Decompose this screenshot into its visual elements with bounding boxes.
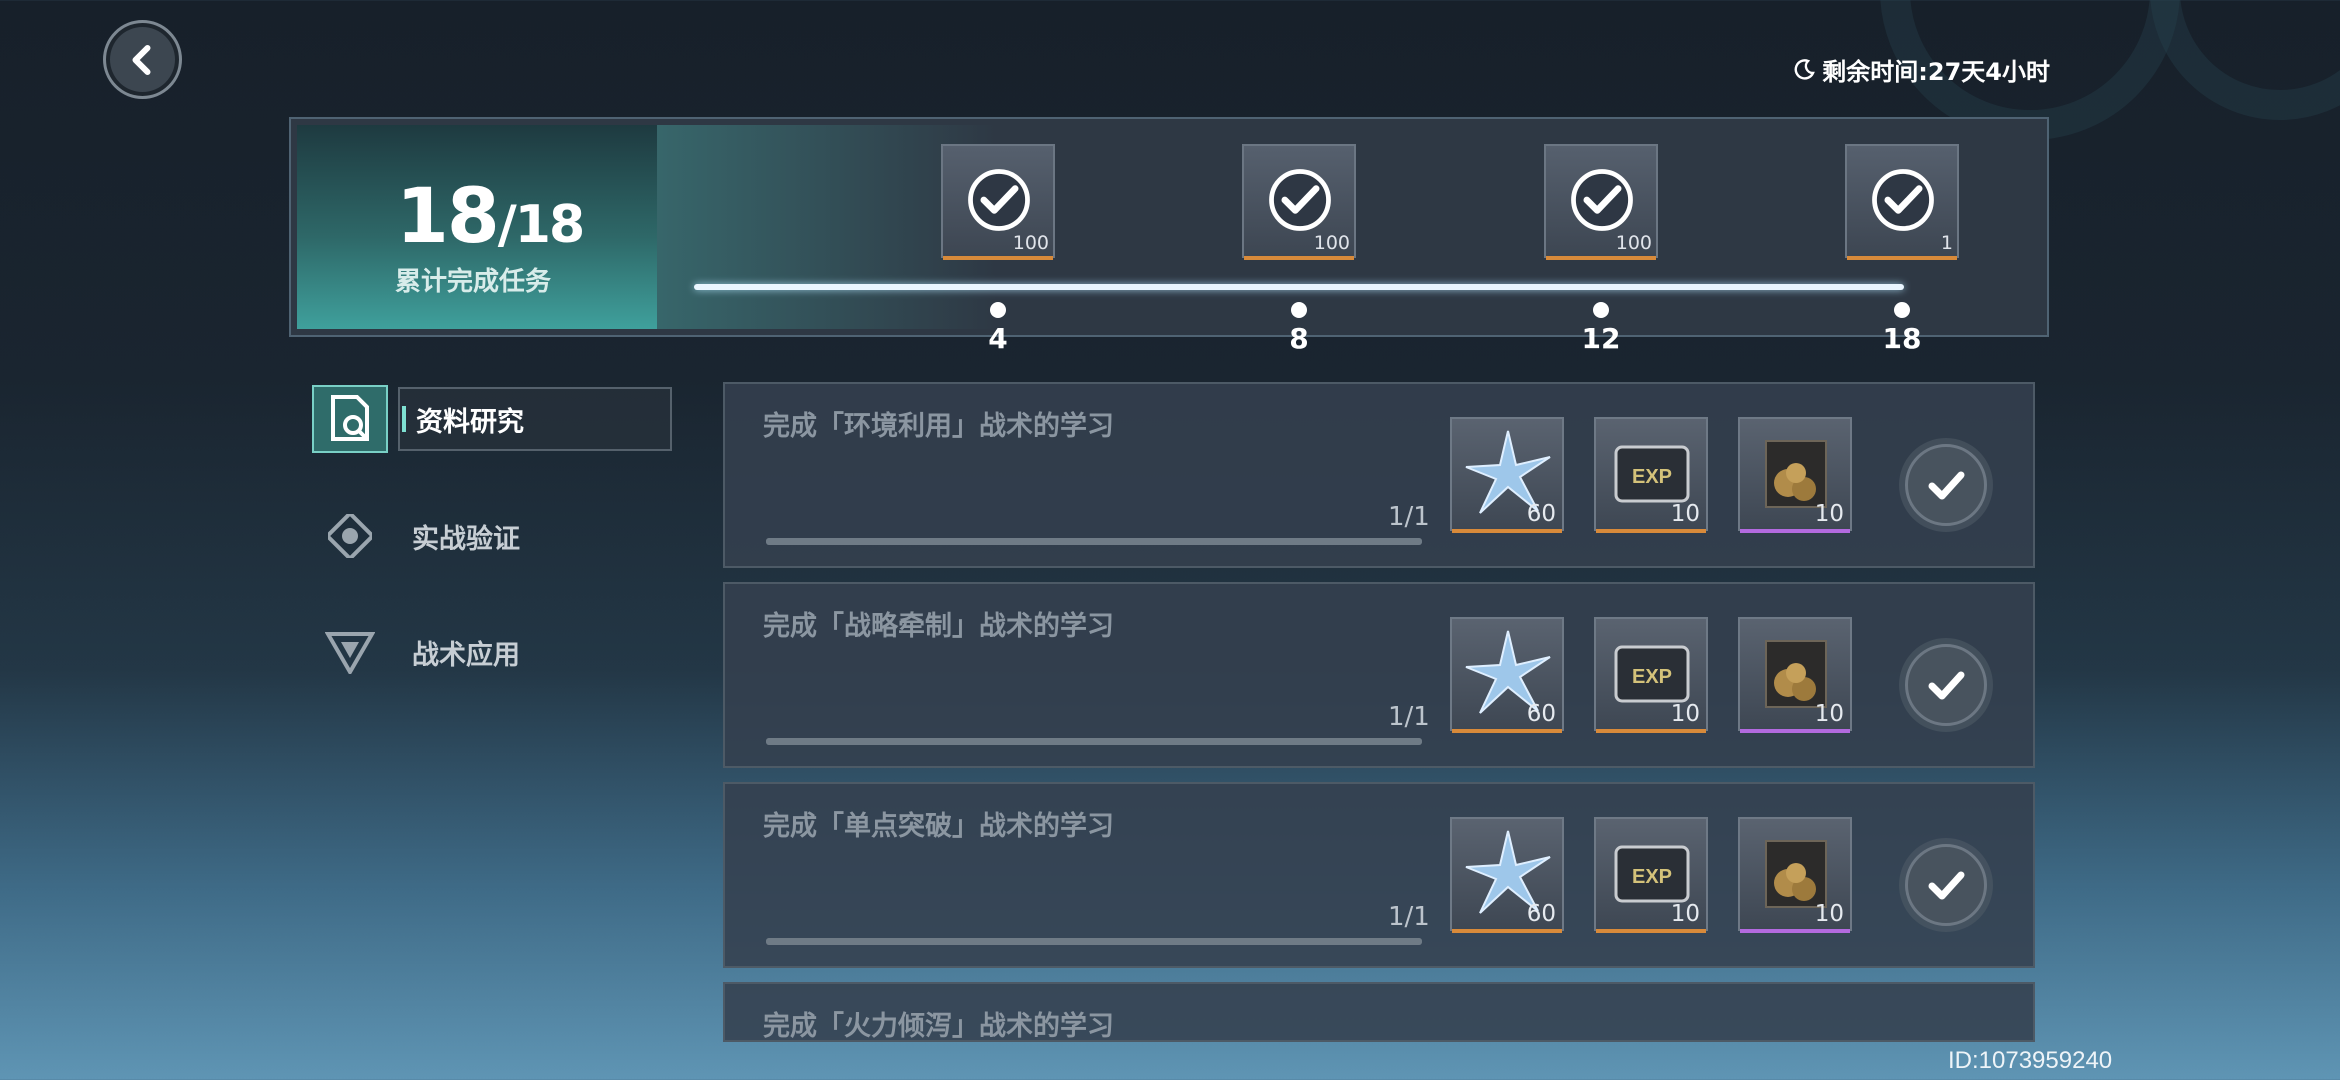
- completed-check-button[interactable]: [1905, 844, 1987, 926]
- reward-item[interactable]: 60: [1450, 817, 1564, 935]
- task-title: 完成「单点突破」战术的学习: [763, 811, 1114, 842]
- back-button[interactable]: [103, 20, 182, 99]
- background-ring-decoration: [2150, 0, 2340, 120]
- task-title: 完成「环境利用」战术的学习: [763, 411, 1114, 442]
- chevron-left-icon: [132, 44, 150, 75]
- task-card: 完成「火力倾泻」战术的学习: [723, 982, 2035, 1042]
- completed-count: 18/18: [396, 171, 585, 260]
- milestone-progress-bar: [694, 284, 1904, 290]
- tab-tactics-apply[interactable]: 战术应用: [312, 618, 520, 686]
- reward-item[interactable]: 60: [1450, 417, 1564, 535]
- reward-item[interactable]: EXP 10: [1594, 617, 1708, 735]
- svg-text:EXP: EXP: [1632, 866, 1672, 888]
- svg-text:EXP: EXP: [1632, 466, 1672, 488]
- completed-check-button[interactable]: [1905, 444, 1987, 526]
- target-gear-icon: [312, 502, 388, 570]
- task-progress-count: 1/1: [1388, 702, 1430, 732]
- task-progress-bar: [766, 738, 1422, 745]
- cumulative-progress-panel: 18/18 累计完成任务 100 4 100 8 100 12 1 18: [289, 117, 2049, 355]
- check-icon: [1928, 671, 1965, 700]
- milestone-reward[interactable]: 100 4: [941, 144, 1055, 355]
- user-id: ID:1073959240: [1948, 1047, 2113, 1074]
- claimed-check-icon: [1571, 169, 1633, 231]
- check-icon: [1928, 471, 1965, 500]
- completed-count-label: 累计完成任务: [395, 267, 552, 297]
- milestone-reward[interactable]: 100 12: [1544, 144, 1658, 355]
- task-progress-bar: [766, 938, 1422, 945]
- task-progress-count: 1/1: [1388, 502, 1430, 532]
- task-title: 完成「火力倾泻」战术的学习: [763, 1011, 1114, 1042]
- remaining-time: 剩余时间:27天4小时: [1792, 52, 2050, 87]
- task-progress-bar: [766, 538, 1422, 545]
- triangle-emblem-icon: [312, 618, 388, 686]
- task-title: 完成「战略牵制」战术的学习: [763, 611, 1114, 642]
- clock-moon-icon: [1794, 58, 1816, 80]
- reward-item[interactable]: 10: [1738, 617, 1852, 735]
- svg-text:EXP: EXP: [1632, 666, 1672, 688]
- remaining-time-label: 剩余时间:27天4小时: [1822, 58, 2050, 86]
- tab-label: 战术应用: [412, 639, 520, 671]
- reward-item[interactable]: EXP 10: [1594, 417, 1708, 535]
- task-card: 完成「环境利用」战术的学习 1/1 60 EXP 10 10: [723, 382, 2035, 568]
- claimed-check-icon: [1269, 169, 1331, 231]
- claimed-check-icon: [1872, 169, 1934, 231]
- milestone-reward[interactable]: 1 18: [1845, 144, 1959, 355]
- reward-item[interactable]: 10: [1738, 417, 1852, 535]
- milestone-reward[interactable]: 100 8: [1242, 144, 1356, 355]
- tab-label: 实战验证: [412, 523, 520, 555]
- reward-item[interactable]: EXP 10: [1594, 817, 1708, 935]
- completed-check-button[interactable]: [1905, 644, 1987, 726]
- task-card: 完成「战略牵制」战术的学习 1/1 60 EXP 10 10: [723, 582, 2035, 768]
- task-progress-count: 1/1: [1388, 902, 1430, 932]
- check-icon: [1928, 871, 1965, 900]
- tab-combat-verify[interactable]: 实战验证: [312, 502, 520, 570]
- document-search-icon: [312, 385, 388, 453]
- reward-item[interactable]: 60: [1450, 617, 1564, 735]
- claimed-check-icon: [968, 169, 1030, 231]
- task-card: 完成「单点突破」战术的学习 1/1 60 EXP 10 10: [723, 782, 2035, 968]
- tab-research[interactable]: 资料研究: [312, 385, 672, 453]
- reward-item[interactable]: 10: [1738, 817, 1852, 935]
